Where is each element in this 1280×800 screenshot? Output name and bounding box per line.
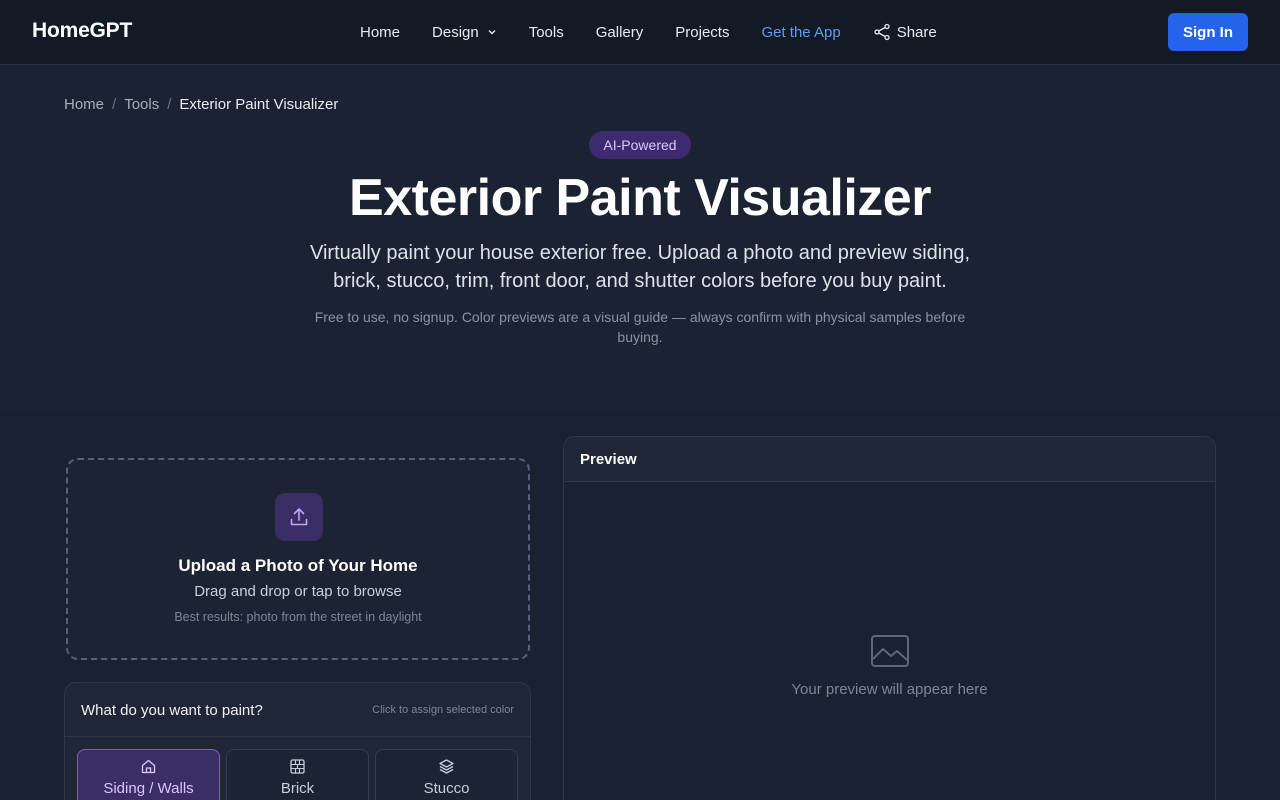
surface-siding-walls[interactable]: Siding / Walls xyxy=(77,749,220,800)
surface-stucco[interactable]: Stucco xyxy=(375,749,518,800)
surface-label: Brick xyxy=(280,780,315,797)
preview-placeholder: Your preview will appear here xyxy=(791,681,988,698)
nav-link-home-label: Home xyxy=(360,23,401,41)
surface-label: Siding / Walls xyxy=(103,780,194,797)
surface-brick[interactable]: Brick xyxy=(226,749,369,800)
nav-link-design-label: Design xyxy=(432,23,479,41)
preview-panel: Preview Your preview will appear here xyxy=(563,436,1216,800)
nav-link-home[interactable]: Home xyxy=(360,24,400,41)
nav-link-get-app[interactable]: Get the App xyxy=(761,24,840,41)
upload-hint: Best results: photo from the street in d… xyxy=(174,610,422,624)
nav-link-gallery-label: Gallery xyxy=(595,23,644,41)
top-nav: HomeGPT Home Design Tools Gallery Projec… xyxy=(0,0,1280,65)
nav-link-tools[interactable]: Tools xyxy=(529,24,564,41)
brand-logo[interactable]: HomeGPT xyxy=(32,19,132,43)
breadcrumb-tools[interactable]: Tools xyxy=(124,96,159,113)
layers-icon xyxy=(439,759,454,774)
brick-icon xyxy=(290,759,305,774)
paint-question: What do you want to paint? xyxy=(81,702,263,719)
surface-label: Stucco xyxy=(423,780,470,797)
paint-hint: Click to assign selected color xyxy=(372,704,514,716)
share-button[interactable]: Share xyxy=(873,23,937,41)
preview-header: Preview xyxy=(564,437,1215,482)
breadcrumb-current: Exterior Paint Visualizer xyxy=(179,96,339,113)
breadcrumb-home[interactable]: Home xyxy=(64,96,104,113)
hero-subtitle: Virtually paint your house exterior free… xyxy=(309,242,971,292)
ai-powered-badge: AI-Powered xyxy=(589,131,691,159)
breadcrumb-separator: / xyxy=(167,96,172,113)
nav-link-projects[interactable]: Projects xyxy=(675,24,729,41)
breadcrumb: Home / Tools / Exterior Paint Visualizer xyxy=(64,96,338,113)
sign-in-button[interactable]: Sign In xyxy=(1168,13,1248,51)
nav-link-gallery[interactable]: Gallery xyxy=(596,24,644,41)
share-label: Share xyxy=(896,23,937,41)
nav-link-tools-label: Tools xyxy=(528,23,564,41)
house-icon xyxy=(141,759,156,774)
nav-links: Home Design Tools Gallery Projects Get t… xyxy=(360,0,969,64)
image-icon xyxy=(871,635,909,667)
paint-surface-panel: What do you want to paint? Click to assi… xyxy=(64,682,531,800)
divider xyxy=(65,736,530,737)
nav-link-projects-label: Projects xyxy=(675,23,730,41)
nav-link-get-app-label: Get the App xyxy=(761,23,841,41)
upload-title: Upload a Photo of Your Home xyxy=(178,556,418,575)
photo-upload-dropzone[interactable]: Upload a Photo of Your Home Drag and dro… xyxy=(66,458,530,660)
breadcrumb-separator: / xyxy=(112,96,117,113)
upload-icon xyxy=(275,493,323,541)
page-title: Exterior Paint Visualizer xyxy=(349,169,931,227)
hero-note: Free to use, no signup. Color previews a… xyxy=(314,309,966,345)
share-icon xyxy=(874,23,890,41)
upload-subtitle: Drag and drop or tap to browse xyxy=(194,583,402,600)
nav-link-design[interactable]: Design xyxy=(432,24,497,41)
chevron-down-icon xyxy=(488,30,496,35)
preview-title: Preview xyxy=(580,451,637,468)
